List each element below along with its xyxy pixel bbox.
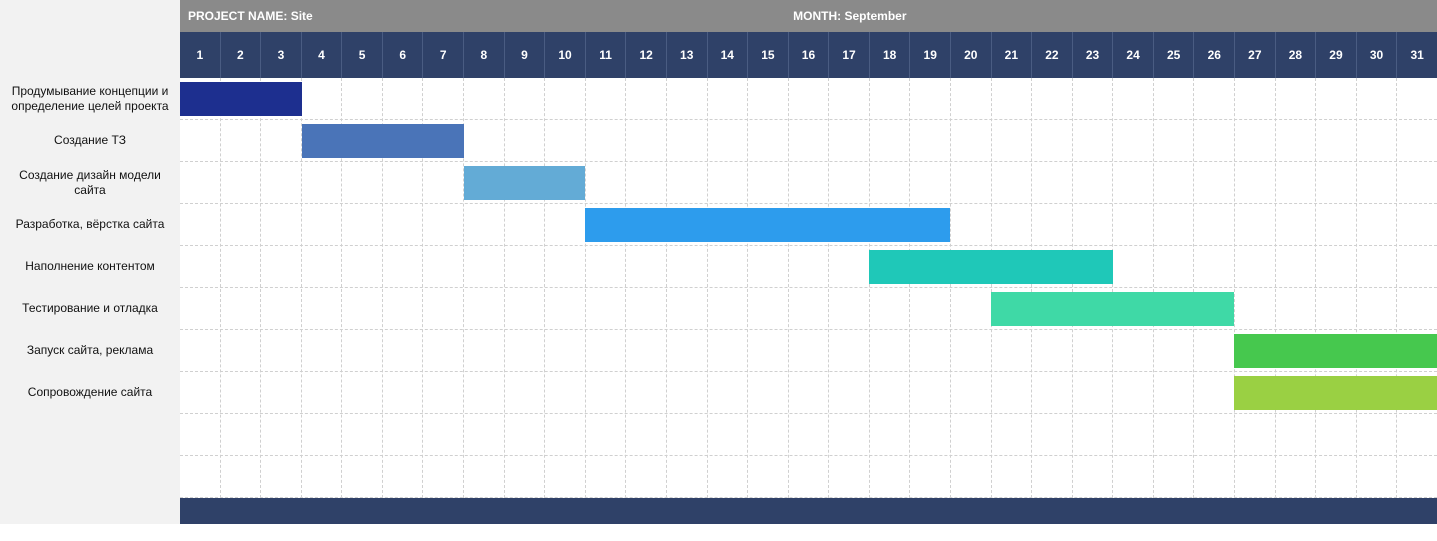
day-header-cell: 7 — [422, 32, 463, 78]
task-row — [180, 246, 1437, 288]
day-header-cell: 18 — [869, 32, 910, 78]
gantt-grid — [180, 78, 1437, 498]
project-name-value: Site — [291, 9, 313, 23]
task-row — [180, 162, 1437, 204]
day-header-cell: 12 — [625, 32, 666, 78]
task-row — [180, 204, 1437, 246]
day-header-cell: 30 — [1356, 32, 1397, 78]
day-header-cell: 29 — [1315, 32, 1356, 78]
gantt-bar — [180, 82, 302, 116]
task-labels: Продумывание концепции и определение цел… — [0, 78, 180, 498]
month: MONTH: September — [313, 9, 1437, 23]
day-header-cell: 21 — [991, 32, 1032, 78]
day-header-cell: 15 — [747, 32, 788, 78]
task-row — [180, 120, 1437, 162]
gantt-bar — [585, 208, 950, 242]
day-header-label-blank — [0, 32, 180, 78]
day-header-cell: 23 — [1072, 32, 1113, 78]
day-header: 1234567891011121314151617181920212223242… — [180, 32, 1437, 78]
day-header-cell: 22 — [1031, 32, 1072, 78]
info-bar: PROJECT NAME: Site MONTH: September — [180, 0, 1437, 32]
day-header-cell: 16 — [788, 32, 829, 78]
task-row — [180, 78, 1437, 120]
gantt-chart: PROJECT NAME: Site MONTH: September 1234… — [0, 0, 1437, 524]
day-header-cell: 17 — [828, 32, 869, 78]
task-row — [180, 330, 1437, 372]
day-header-cell: 31 — [1396, 32, 1437, 78]
day-header-cell: 5 — [341, 32, 382, 78]
gantt-bar — [1234, 334, 1437, 368]
task-row — [180, 372, 1437, 414]
task-label — [0, 414, 180, 456]
day-header-cell: 19 — [909, 32, 950, 78]
project-name-label: PROJECT NAME: — [188, 9, 287, 23]
gantt-bar — [302, 124, 464, 158]
footer-label-blank — [0, 498, 180, 524]
month-value: September — [845, 9, 907, 23]
day-header-cell: 4 — [301, 32, 342, 78]
day-header-cell: 10 — [544, 32, 585, 78]
task-row — [180, 288, 1437, 330]
day-header-cell: 11 — [585, 32, 626, 78]
task-label: Создание дизайн модели сайта — [0, 162, 180, 204]
day-header-cell: 20 — [950, 32, 991, 78]
project-name: PROJECT NAME: Site — [180, 9, 313, 23]
day-header-cell: 27 — [1234, 32, 1275, 78]
day-header-cell: 25 — [1153, 32, 1194, 78]
gantt-bar — [1234, 376, 1437, 410]
day-header-cell: 9 — [504, 32, 545, 78]
month-label: MONTH: — [793, 9, 841, 23]
gantt-bar — [991, 292, 1234, 326]
day-header-cell: 26 — [1193, 32, 1234, 78]
task-label: Сопровождение сайта — [0, 372, 180, 414]
day-header-cell: 8 — [463, 32, 504, 78]
task-label: Тестирование и отладка — [0, 288, 180, 330]
gantt-bar — [464, 166, 586, 200]
day-header-cell: 2 — [220, 32, 261, 78]
day-header-cell: 1 — [180, 32, 220, 78]
footer-bar — [180, 498, 1437, 524]
header-label-blank — [0, 0, 180, 32]
gantt-bar — [869, 250, 1112, 284]
day-header-cell: 14 — [707, 32, 748, 78]
day-header-cell: 28 — [1275, 32, 1316, 78]
task-label: Создание ТЗ — [0, 120, 180, 162]
task-row — [180, 414, 1437, 456]
day-header-cell: 3 — [260, 32, 301, 78]
task-label — [0, 456, 180, 498]
task-label: Наполнение контентом — [0, 246, 180, 288]
task-row — [180, 456, 1437, 498]
day-header-cell: 24 — [1112, 32, 1153, 78]
day-header-cell: 13 — [666, 32, 707, 78]
day-header-cell: 6 — [382, 32, 423, 78]
task-label: Запуск сайта, реклама — [0, 330, 180, 372]
task-label: Разработка, вёрстка сайта — [0, 204, 180, 246]
task-label: Продумывание концепции и определение цел… — [0, 78, 180, 120]
